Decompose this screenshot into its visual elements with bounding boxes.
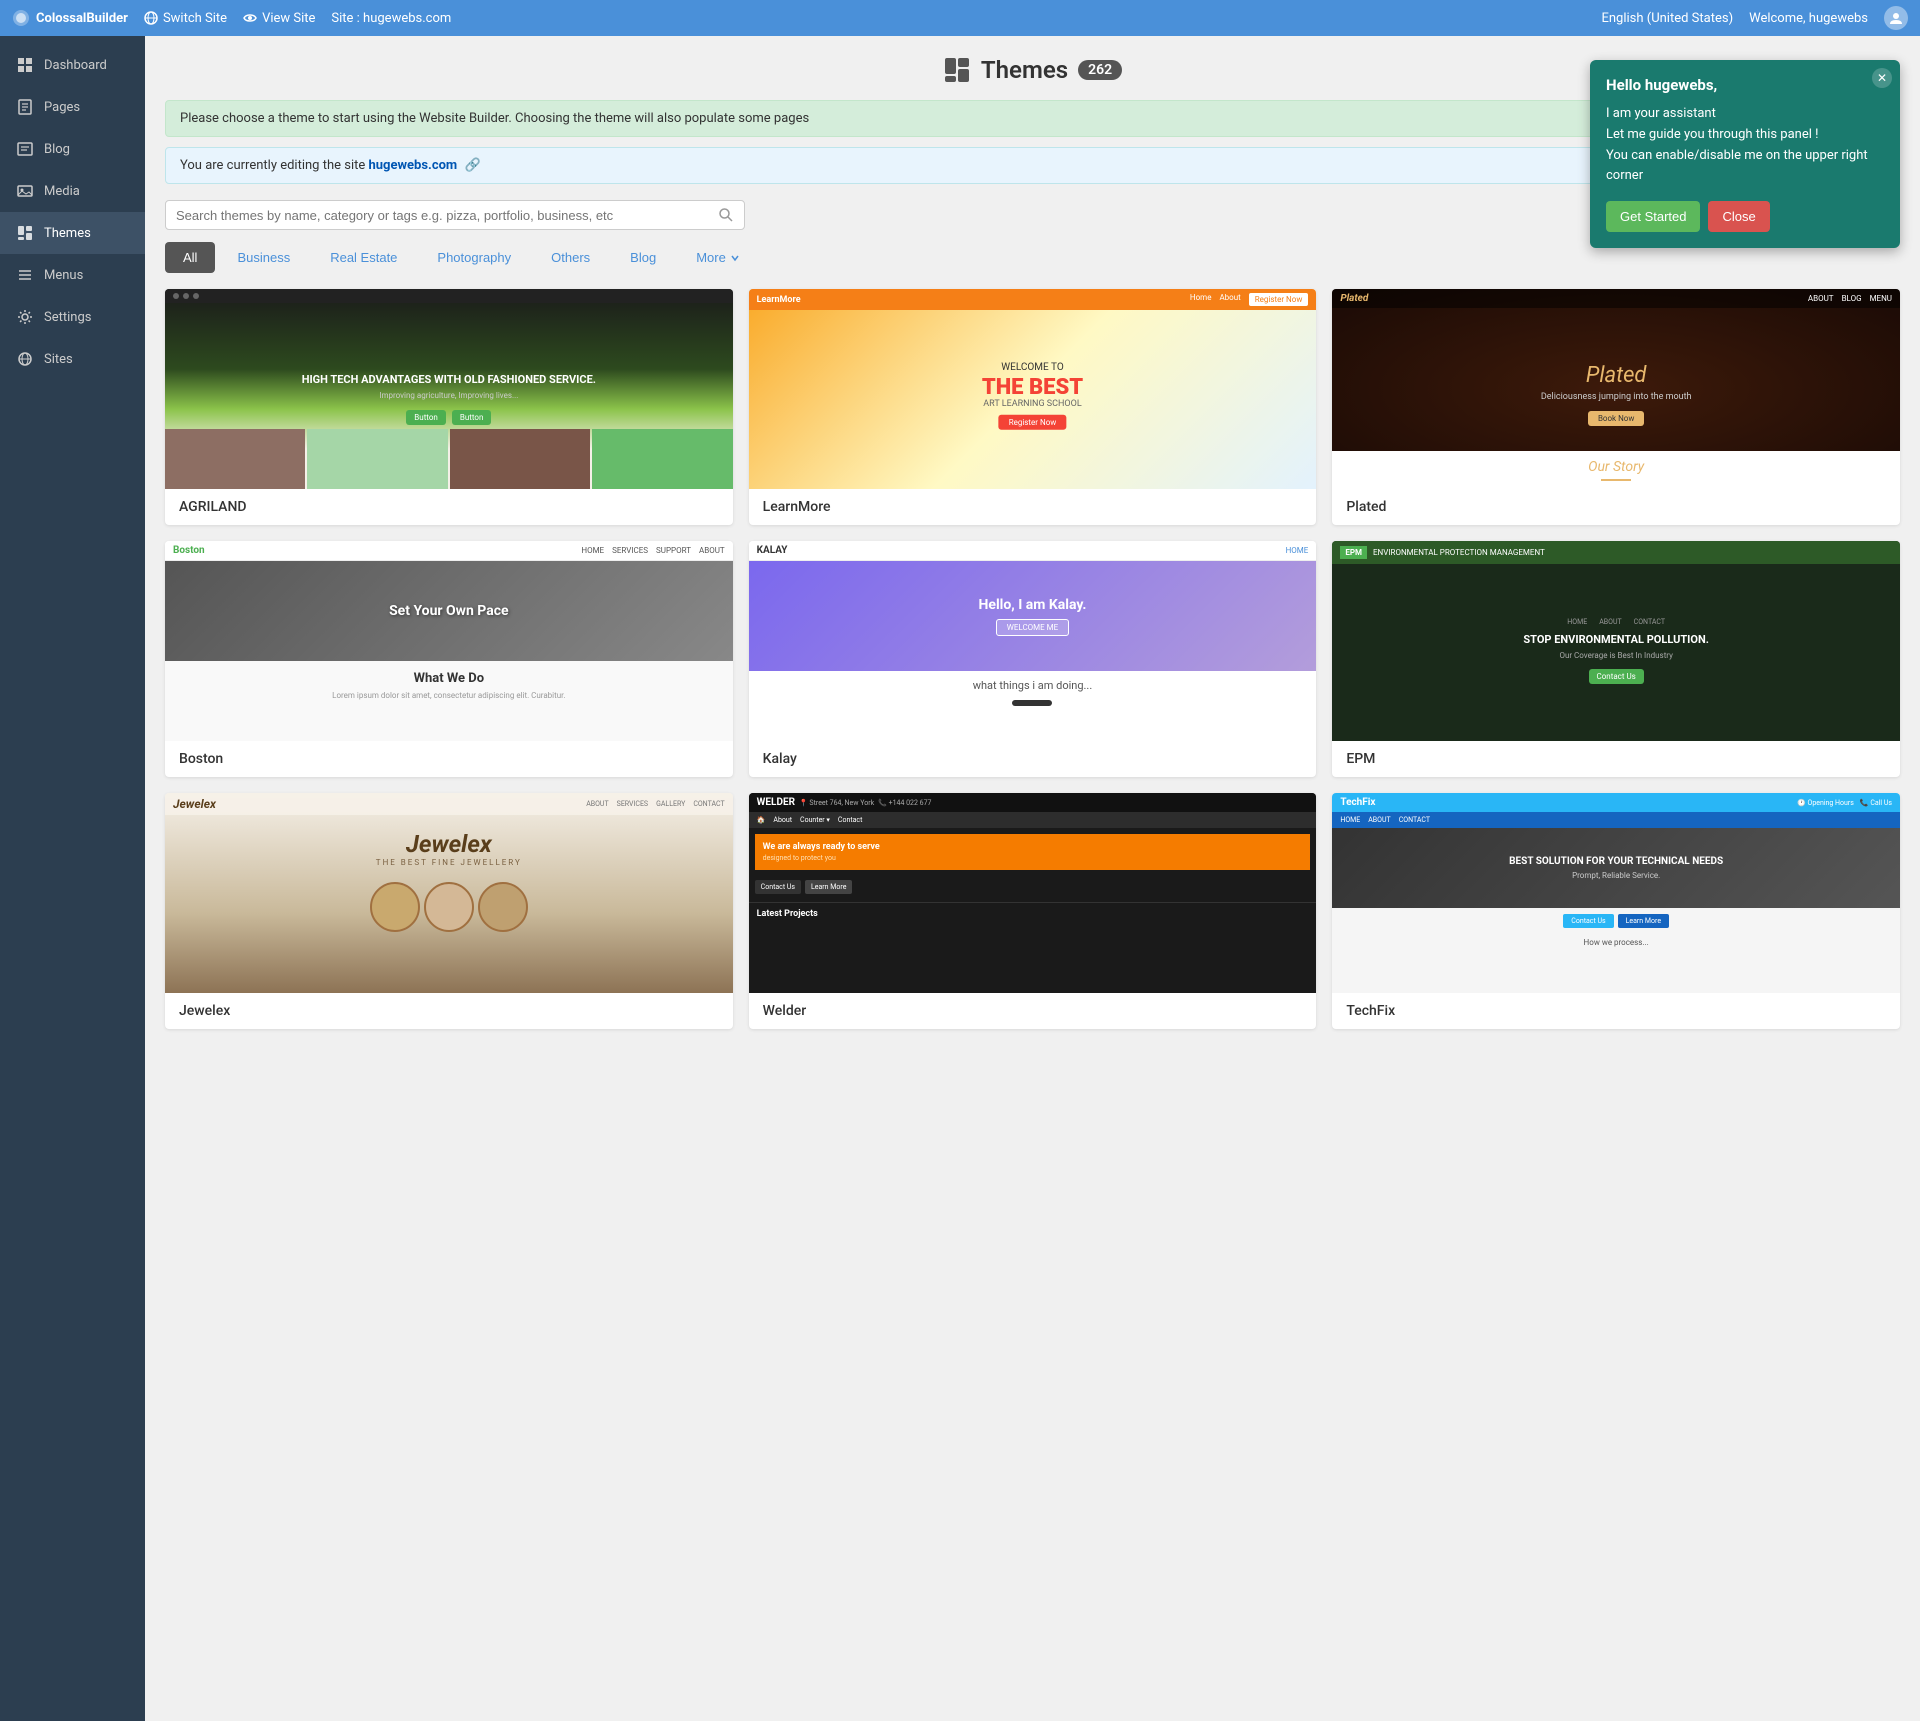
theme-card-agriland[interactable]: HIGH TECH ADVANTAGES WITH OLD FASHIONED …	[165, 289, 733, 525]
theme-name-boston: Boston	[165, 741, 733, 777]
menus-icon	[16, 266, 34, 284]
switch-site-btn[interactable]: Switch Site	[144, 11, 227, 26]
sidebar-label-settings: Settings	[44, 310, 91, 325]
sidebar-label-dashboard: Dashboard	[44, 58, 107, 73]
theme-preview-plated: Plated ABOUT BLOG MENU Plated Deliciousn…	[1332, 289, 1900, 489]
filter-others[interactable]: Others	[533, 242, 608, 273]
theme-name-plated: Plated	[1332, 489, 1900, 525]
theme-preview-kalay: KALAY HOME Hello, I am Kalay. WELCOME ME…	[749, 541, 1317, 741]
user-icon	[1889, 11, 1903, 25]
sidebar-item-blog[interactable]: Blog	[0, 128, 145, 170]
theme-preview-learnmore: LearnMore Home About Register Now WELCOM…	[749, 289, 1317, 489]
link-icon: 🔗	[464, 158, 480, 173]
themes-header-icon	[943, 56, 971, 84]
site-name: hugewebs.com	[368, 158, 457, 173]
theme-card-epm[interactable]: EPM ENVIRONMENTAL PROTECTION MANAGEMENT …	[1332, 541, 1900, 777]
user-avatar[interactable]	[1884, 6, 1908, 30]
sidebar-label-media: Media	[44, 184, 80, 199]
get-started-button[interactable]: Get Started	[1606, 201, 1700, 232]
sidebar-item-themes[interactable]: Themes	[0, 212, 145, 254]
theme-card-boston[interactable]: Boston HOME SERVICES SUPPORT ABOUT Set Y…	[165, 541, 733, 777]
sidebar-item-dashboard[interactable]: Dashboard	[0, 44, 145, 86]
pages-icon	[16, 98, 34, 116]
logo-icon	[12, 9, 30, 27]
filter-all[interactable]: All	[165, 242, 215, 273]
blog-icon	[16, 140, 34, 158]
theme-name-jewelex: Jewelex	[165, 993, 733, 1029]
sidebar-label-blog: Blog	[44, 142, 70, 157]
sidebar-item-sites[interactable]: Sites	[0, 338, 145, 380]
filter-business[interactable]: Business	[219, 242, 308, 273]
theme-name-learnmore: LearnMore	[749, 489, 1317, 525]
sidebar-item-menus[interactable]: Menus	[0, 254, 145, 296]
sidebar-label-sites: Sites	[44, 352, 73, 367]
theme-preview-jewelex: Jewelex ABOUT SERVICES GALLERY CONTACT J…	[165, 793, 733, 993]
theme-preview-techfix: TechFix 🕐 Opening Hours 📞 Call Us HOME A…	[1332, 793, 1900, 993]
theme-name-techfix: TechFix	[1332, 993, 1900, 1029]
themes-grid: HIGH TECH ADVANTAGES WITH OLD FASHIONED …	[165, 289, 1900, 1029]
assistant-body: I am your assistant Let me guide you thr…	[1606, 104, 1884, 187]
assistant-close-x[interactable]: ✕	[1872, 68, 1892, 88]
agriland-sub: Improving agriculture, Improving lives..…	[379, 391, 518, 400]
sidebar-item-media[interactable]: Media	[0, 170, 145, 212]
theme-card-plated[interactable]: Plated ABOUT BLOG MENU Plated Deliciousn…	[1332, 289, 1900, 525]
search-input[interactable]	[176, 208, 710, 223]
sidebar-item-pages[interactable]: Pages	[0, 86, 145, 128]
topbar: ColossalBuilder Switch Site View Site Si…	[0, 0, 1920, 36]
sidebar-item-settings[interactable]: Settings	[0, 296, 145, 338]
filter-real-estate[interactable]: Real Estate	[312, 242, 415, 273]
sites-icon	[16, 350, 34, 368]
theme-preview-boston: Boston HOME SERVICES SUPPORT ABOUT Set Y…	[165, 541, 733, 741]
filter-photography[interactable]: Photography	[419, 242, 529, 273]
theme-card-techfix[interactable]: TechFix 🕐 Opening Hours 📞 Call Us HOME A…	[1332, 793, 1900, 1029]
main-content: Themes 262 Please choose a theme to star…	[145, 36, 1920, 1721]
brand-name: ColossalBuilder	[36, 11, 128, 26]
sidebar: Dashboard Pages Blog Media Themes	[0, 36, 145, 1721]
theme-card-welder[interactable]: WELDER 📍 Street 764, New York 📞 +144 022…	[749, 793, 1317, 1029]
theme-card-kalay[interactable]: KALAY HOME Hello, I am Kalay. WELCOME ME…	[749, 541, 1317, 777]
theme-card-jewelex[interactable]: Jewelex ABOUT SERVICES GALLERY CONTACT J…	[165, 793, 733, 1029]
themes-icon	[16, 224, 34, 242]
welcome-user: Welcome, hugewebs	[1749, 11, 1868, 26]
theme-name-agriland: AGRILAND	[165, 489, 733, 525]
theme-preview-agriland: HIGH TECH ADVANTAGES WITH OLD FASHIONED …	[165, 289, 733, 489]
sidebar-label-themes: Themes	[44, 226, 91, 241]
media-icon	[16, 182, 34, 200]
sidebar-label-pages: Pages	[44, 100, 80, 115]
chevron-down-icon	[730, 253, 740, 263]
theme-name-epm: EPM	[1332, 741, 1900, 777]
filter-blog[interactable]: Blog	[612, 242, 674, 273]
filter-more[interactable]: More	[678, 242, 758, 273]
themes-count: 262	[1078, 60, 1122, 80]
view-site-btn[interactable]: View Site	[243, 11, 315, 26]
eye-icon	[243, 11, 257, 25]
theme-name-welder: Welder	[749, 993, 1317, 1029]
dashboard-icon	[16, 56, 34, 74]
agriland-title: HIGH TECH ADVANTAGES WITH OLD FASHIONED …	[302, 373, 596, 387]
sidebar-label-menus: Menus	[44, 268, 83, 283]
site-url: Site : hugewebs.com	[331, 11, 451, 26]
assistant-popup: ✕ Hello hugewebs, I am your assistant Le…	[1590, 60, 1900, 248]
brand-logo[interactable]: ColossalBuilder	[12, 9, 128, 27]
view-site-label: View Site	[262, 11, 315, 26]
settings-icon	[16, 308, 34, 326]
search-icon	[718, 207, 734, 223]
switch-site-label: Switch Site	[163, 11, 227, 26]
theme-preview-welder: WELDER 📍 Street 764, New York 📞 +144 022…	[749, 793, 1317, 993]
theme-name-kalay: Kalay	[749, 741, 1317, 777]
assistant-title: Hello hugewebs,	[1606, 76, 1884, 94]
plated-title: Plated	[1541, 363, 1692, 388]
globe-icon	[144, 11, 158, 25]
search-box[interactable]	[165, 200, 745, 230]
themes-title: Themes	[981, 56, 1068, 84]
language-selector[interactable]: English (United States)	[1601, 11, 1733, 26]
theme-card-learnmore[interactable]: LearnMore Home About Register Now WELCOM…	[749, 289, 1317, 525]
assistant-buttons: Get Started Close	[1606, 201, 1884, 232]
close-popup-button[interactable]: Close	[1708, 201, 1769, 232]
theme-preview-epm: EPM ENVIRONMENTAL PROTECTION MANAGEMENT …	[1332, 541, 1900, 741]
